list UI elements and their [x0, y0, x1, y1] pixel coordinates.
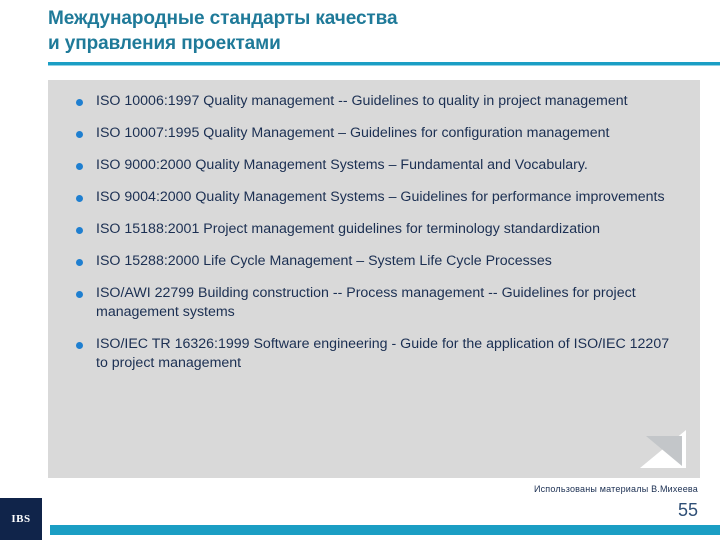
ibs-logo-label: IBS [11, 513, 31, 525]
list-item-label: ISO 15288:2000 Life Cycle Management – S… [96, 253, 552, 269]
list-item: ISO/IEC TR 16326:1999 Software engineeri… [62, 335, 686, 373]
list-item-label: ISO 10006:1997 Quality management -- Gui… [96, 93, 628, 109]
slide-title: Международные стандарты качества и управ… [48, 6, 688, 56]
list-item-label: ISO 9004:2000 Quality Management Systems… [96, 189, 665, 205]
list-item: ISO 10007:1995 Quality Management – Guid… [62, 124, 686, 143]
bullet-dot-icon [76, 131, 83, 138]
list-item-label: ISO 15188:2001 Project management guidel… [96, 221, 600, 237]
page-number: 55 [677, 500, 698, 520]
content-panel-inner: ISO 10006:1997 Quality management -- Gui… [62, 92, 686, 468]
bullet-dot-icon [76, 99, 83, 106]
credit-line: Использованы материалы В.Михеева [533, 484, 698, 494]
page-curl-cut [640, 430, 686, 468]
bullet-dot-icon [76, 227, 83, 234]
list-item-label: ISO 10007:1995 Quality Management – Guid… [96, 125, 610, 141]
standards-list: ISO 10006:1997 Quality management -- Gui… [62, 92, 686, 373]
page-curl-icon [640, 430, 686, 468]
bullet-dot-icon [76, 195, 83, 202]
list-item: ISO 10006:1997 Quality management -- Gui… [62, 92, 686, 111]
title-line-2: и управления проектами [48, 33, 281, 54]
list-item-label: ISO/AWI 22799 Building construction -- P… [96, 285, 636, 320]
slide: Международные стандарты качества и управ… [0, 0, 720, 540]
title-divider-rule-light [48, 65, 720, 66]
list-item: ISO/AWI 22799 Building construction -- P… [62, 284, 686, 322]
page-curl-fold [646, 436, 682, 466]
footer-accent-bar [50, 525, 720, 535]
list-item: ISO 15188:2001 Project management guidel… [62, 220, 686, 239]
bullet-dot-icon [76, 342, 83, 349]
bullet-dot-icon [76, 259, 83, 266]
list-item: ISO 15288:2000 Life Cycle Management – S… [62, 252, 686, 271]
ibs-logo: IBS [0, 498, 42, 540]
list-item-label: ISO/IEC TR 16326:1999 Software engineeri… [96, 336, 670, 371]
list-item: ISO 9004:2000 Quality Management Systems… [62, 188, 686, 207]
list-item: ISO 9000:2000 Quality Management Systems… [62, 156, 686, 175]
bullet-dot-icon [76, 291, 83, 298]
content-panel: ISO 10006:1997 Quality management -- Gui… [48, 80, 700, 478]
list-item-label: ISO 9000:2000 Quality Management Systems… [96, 157, 588, 173]
title-line-1: Международные стандарты качества [48, 8, 398, 29]
bullet-dot-icon [76, 163, 83, 170]
